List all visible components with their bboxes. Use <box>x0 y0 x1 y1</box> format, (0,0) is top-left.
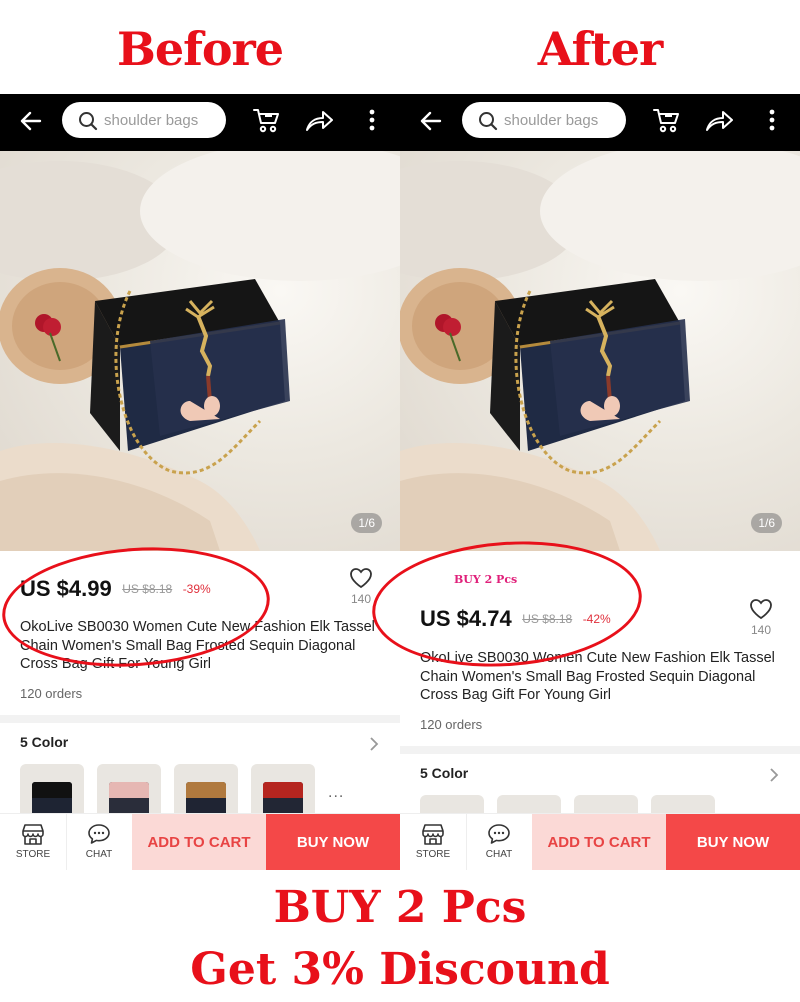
chevron-right-icon <box>370 737 379 751</box>
chat-icon <box>488 824 510 844</box>
store-label: STORE <box>415 849 451 860</box>
price: US $4.74 <box>420 606 512 631</box>
store-icon <box>22 824 44 845</box>
color-thumb-black[interactable] <box>20 764 84 820</box>
chat-button[interactable]: CHAT <box>66 814 132 870</box>
share-icon[interactable] <box>704 106 734 134</box>
wishlist-button[interactable]: 140 <box>746 597 776 637</box>
chevron-right-icon <box>770 768 779 782</box>
after-screen: 1/6 BUY 2 Pcs US $4.74 US $8.18 -42% 140… <box>400 94 800 870</box>
orders-count: 120 orders <box>20 686 83 701</box>
color-thumb-pink[interactable] <box>97 764 161 820</box>
more-colors[interactable]: ... <box>328 784 344 802</box>
buy-now-button[interactable]: BUY NOW <box>666 814 800 870</box>
product-title: OkoLive SB0030 Women Cute New Fashion El… <box>20 619 375 672</box>
top-bar <box>400 94 800 151</box>
search-box[interactable] <box>462 102 626 138</box>
wishlist-count: 140 <box>350 592 372 606</box>
bottom-action-bar: STORE CHAT ADD TO CART BUY NOW <box>400 813 800 870</box>
more-vertical-icon[interactable] <box>764 106 780 134</box>
discount-badge: -39% <box>182 582 211 596</box>
after-heading: After <box>537 22 663 76</box>
orders-count: 120 orders <box>420 717 483 732</box>
promo-line-2: Get 3% Discound <box>190 944 610 995</box>
top-bar <box>0 94 400 151</box>
color-selector[interactable]: 5 Color <box>420 765 780 787</box>
price-row: US $4.99 US $8.18 -39% <box>20 576 211 606</box>
heart-icon <box>350 568 372 589</box>
section-divider <box>0 715 400 723</box>
bag-illustration <box>0 151 400 551</box>
search-input[interactable] <box>504 109 620 131</box>
wishlist-count: 140 <box>750 623 772 637</box>
back-arrow-icon[interactable] <box>18 108 44 134</box>
old-price: US $8.18 <box>122 582 173 596</box>
promo-line-1: BUY 2 Pcs <box>273 882 527 933</box>
image-counter: 1/6 <box>351 513 382 533</box>
search-icon <box>479 112 498 131</box>
discount-badge: -42% <box>582 612 611 626</box>
before-heading: Before <box>116 22 284 76</box>
product-image[interactable]: 1/6 <box>0 151 400 551</box>
buy-now-button[interactable]: BUY NOW <box>266 814 400 870</box>
buy-two-note: BUY 2 Pcs <box>454 573 518 586</box>
bag-illustration <box>400 151 800 551</box>
color-selector[interactable]: 5 Color <box>20 734 380 756</box>
old-price: US $8.18 <box>522 612 573 626</box>
store-button[interactable]: STORE <box>400 814 466 870</box>
search-input[interactable] <box>104 109 220 131</box>
back-arrow-icon[interactable] <box>418 108 444 134</box>
wishlist-button[interactable]: 140 <box>346 566 376 606</box>
price-row: US $4.74 US $8.18 -42% <box>420 606 611 636</box>
section-divider <box>400 746 800 754</box>
chat-label: CHAT <box>85 849 113 860</box>
chat-label: CHAT <box>485 849 513 860</box>
price: US $4.99 <box>20 576 112 601</box>
color-count-label: 5 Color <box>20 734 69 750</box>
store-label: STORE <box>15 849 51 860</box>
chat-button[interactable]: CHAT <box>466 814 532 870</box>
bottom-action-bar: STORE CHAT ADD TO CART BUY NOW <box>0 813 400 870</box>
add-to-cart-button[interactable]: ADD TO CART <box>132 814 266 870</box>
search-icon <box>79 112 98 131</box>
color-thumb-brown[interactable] <box>174 764 238 820</box>
image-counter: 1/6 <box>751 513 782 533</box>
product-title: OkoLive SB0030 Women Cute New Fashion El… <box>420 650 775 703</box>
color-thumb-red[interactable] <box>251 764 315 820</box>
store-icon <box>422 824 444 845</box>
store-button[interactable]: STORE <box>0 814 66 870</box>
heart-icon <box>750 599 772 620</box>
color-count-label: 5 Color <box>420 765 469 781</box>
cart-icon[interactable] <box>652 106 680 134</box>
comparison-page: Before After shoulder bags 1/6 US $4.99 … <box>0 0 800 1002</box>
product-image[interactable]: 1/6 <box>400 151 800 551</box>
add-to-cart-button[interactable]: ADD TO CART <box>532 814 666 870</box>
color-thumbnails: ... <box>20 764 380 820</box>
cart-icon[interactable] <box>252 106 280 134</box>
search-box[interactable] <box>62 102 226 138</box>
more-vertical-icon[interactable] <box>364 106 380 134</box>
share-icon[interactable] <box>304 106 334 134</box>
chat-icon <box>88 824 110 844</box>
before-screen: 1/6 US $4.99 US $8.18 -39% 140 OkoLive S… <box>0 94 400 870</box>
